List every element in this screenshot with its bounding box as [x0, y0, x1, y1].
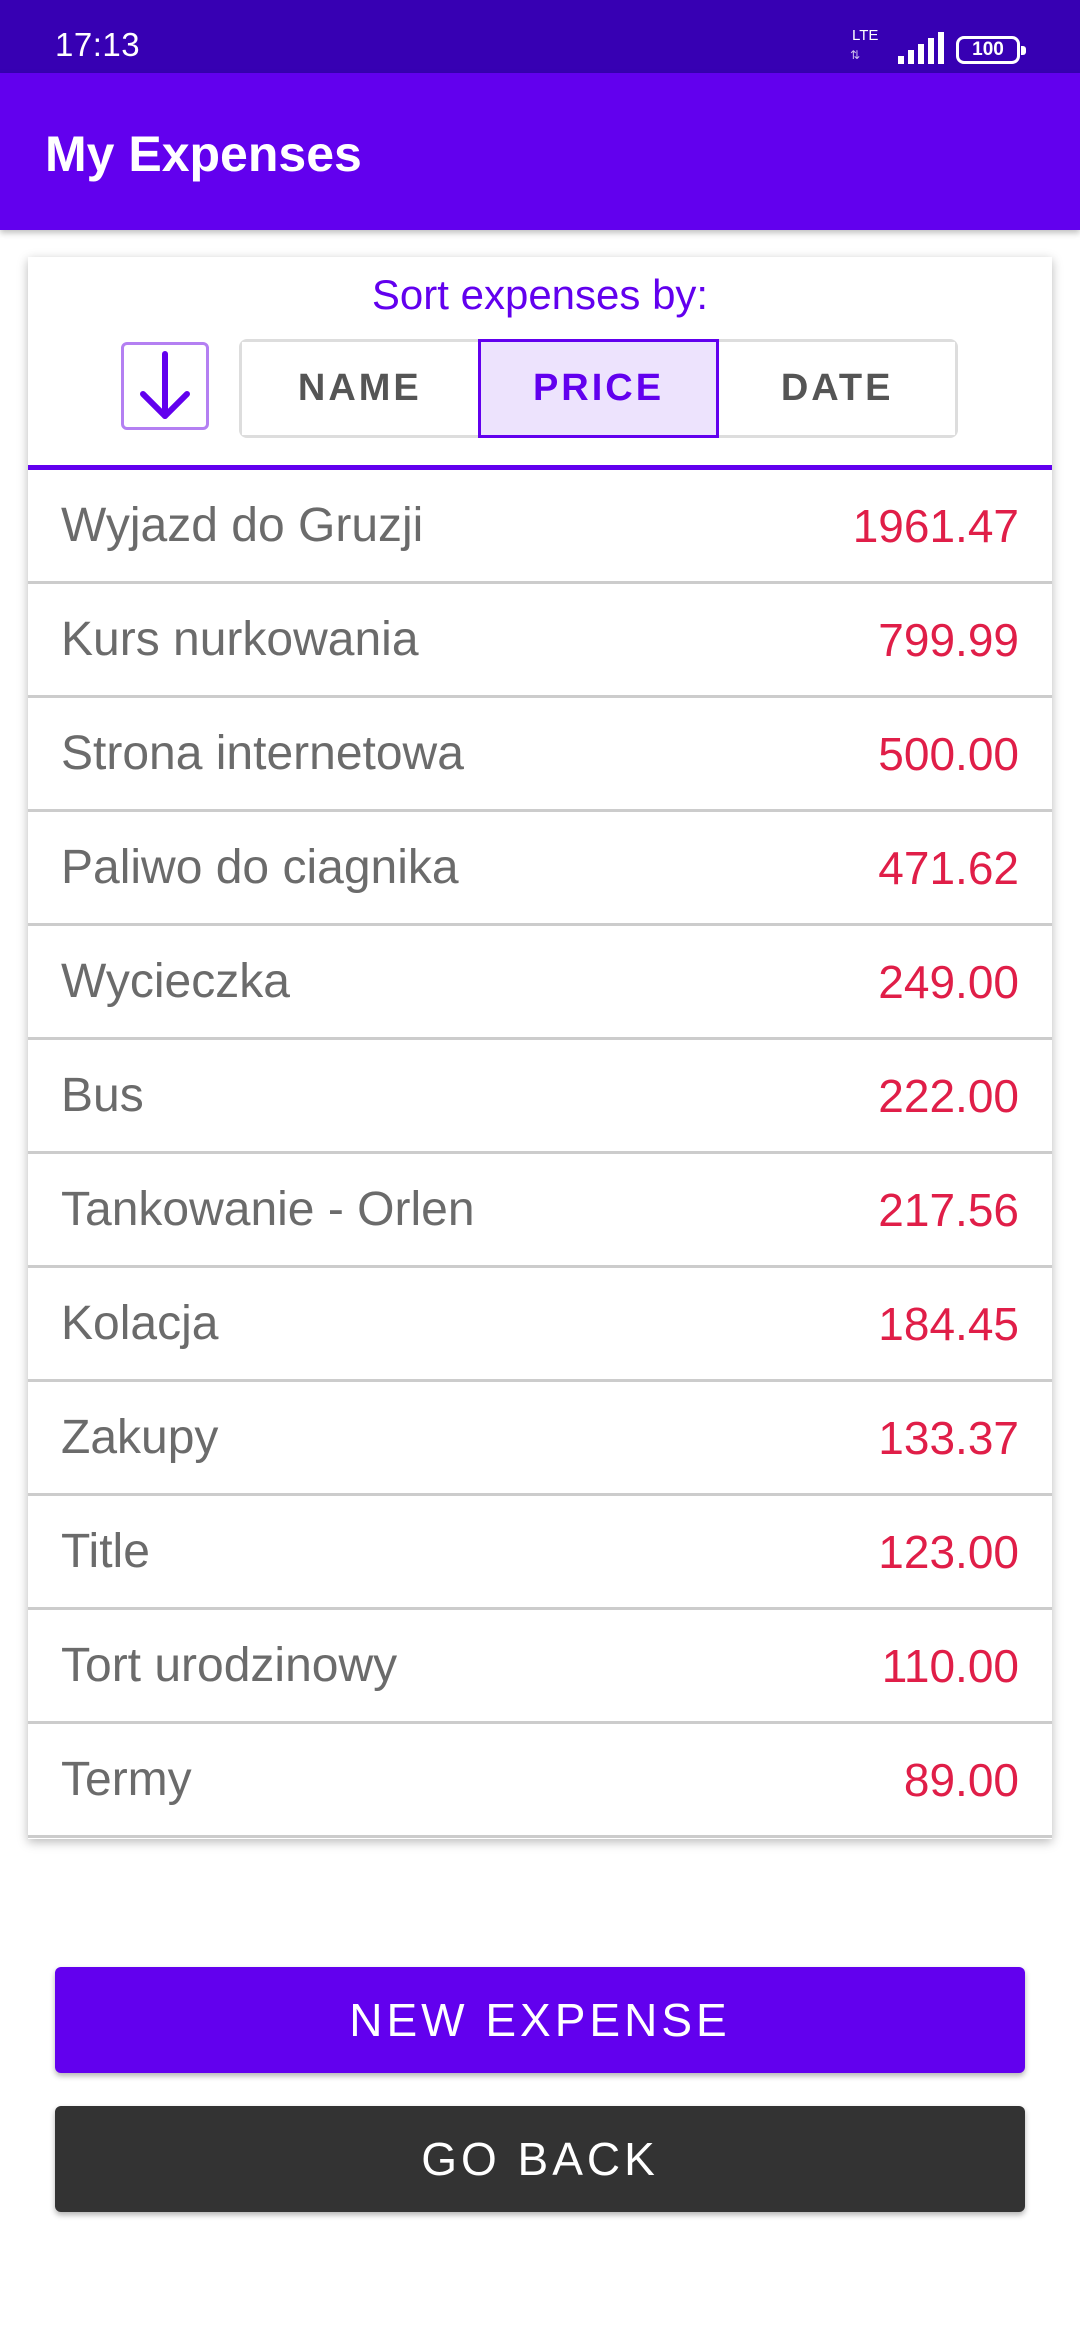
go-back-button[interactable]: GO BACK [55, 2106, 1025, 2212]
network-type-label: LTE [852, 27, 879, 44]
sort-options: NAME PRICE DATE [239, 339, 958, 438]
lte-icon: LTE ⇅ [850, 26, 886, 64]
list-item[interactable]: Strona internetowa 500.00 [28, 698, 1052, 812]
list-item[interactable]: Wycieczka 249.00 [28, 926, 1052, 1040]
expense-price: 133.37 [878, 1411, 1019, 1464]
expense-name: Bus [61, 1069, 144, 1122]
expense-price: 799.99 [878, 613, 1019, 666]
sort-by-price-button[interactable]: PRICE [477, 339, 720, 438]
list-item[interactable]: Zakupy 133.37 [28, 1382, 1052, 1496]
expense-name: Title [61, 1525, 150, 1578]
battery-level: 100 [972, 39, 1004, 60]
expense-name: Wyjazd do Gruzji [61, 499, 424, 552]
expense-name: Tankowanie - Orlen [61, 1183, 475, 1236]
expense-name: Strona internetowa [61, 727, 464, 780]
expense-price: 500.00 [878, 727, 1019, 780]
expense-price: 123.00 [878, 1525, 1019, 1578]
expense-price: 217.56 [878, 1183, 1019, 1236]
expense-list: Wyjazd do Gruzji 1961.47 Kurs nurkowania… [28, 470, 1052, 1838]
expense-name: Paliwo do ciagnika [61, 841, 459, 894]
expense-price: 1961.47 [852, 499, 1019, 552]
expense-name: Wycieczka [61, 955, 290, 1008]
arrow-down-icon [140, 351, 190, 419]
status-bar: 17:13 LTE ⇅ 100 [0, 0, 1080, 73]
new-expense-button[interactable]: NEW EXPENSE [55, 1967, 1025, 2073]
app-bar: My Expenses [0, 73, 1080, 230]
data-activity-icon: ⇅ [850, 48, 861, 62]
expense-price: 471.62 [878, 841, 1019, 894]
list-item[interactable]: Title 123.00 [28, 1496, 1052, 1610]
list-item[interactable]: Tort urodzinowy 110.00 [28, 1610, 1052, 1724]
list-item[interactable]: Tankowanie - Orlen 217.56 [28, 1154, 1052, 1268]
sort-label: Sort expenses by: [371, 271, 709, 318]
sort-direction-button[interactable] [121, 342, 209, 430]
expense-price: 110.00 [881, 1639, 1019, 1692]
list-item[interactable]: Kurs nurkowania 799.99 [28, 584, 1052, 698]
expense-price: 222.00 [878, 1069, 1019, 1122]
expense-name: Kolacja [61, 1297, 219, 1350]
list-item[interactable]: Paliwo do ciagnika 471.62 [28, 812, 1052, 926]
list-item[interactable]: Wyjazd do Gruzji 1961.47 [28, 470, 1052, 584]
expenses-card: Sort expenses by: NAME PRICE DATE Wyjazd… [28, 257, 1052, 1839]
sort-by-date-button[interactable]: DATE [719, 342, 956, 435]
expense-price: 184.45 [878, 1297, 1019, 1350]
sort-by-name-button[interactable]: NAME [242, 342, 478, 435]
battery-icon: 100 [956, 36, 1026, 64]
signal-strength-icon [898, 32, 944, 64]
expense-name: Zakupy [61, 1411, 219, 1464]
expense-name: Tort urodzinowy [61, 1639, 398, 1692]
status-icons: LTE ⇅ 100 [850, 24, 1026, 64]
expense-price: 249.00 [878, 955, 1019, 1008]
list-item[interactable]: Bus 222.00 [28, 1040, 1052, 1154]
page-title: My Expenses [45, 126, 362, 182]
list-item[interactable]: Termy 89.00 [28, 1724, 1052, 1838]
expense-name: Termy [61, 1753, 192, 1806]
expense-name: Kurs nurkowania [61, 613, 419, 666]
list-item[interactable]: Kolacja 184.45 [28, 1268, 1052, 1382]
status-time: 17:13 [55, 26, 141, 63]
expense-price: 89.00 [903, 1753, 1019, 1806]
